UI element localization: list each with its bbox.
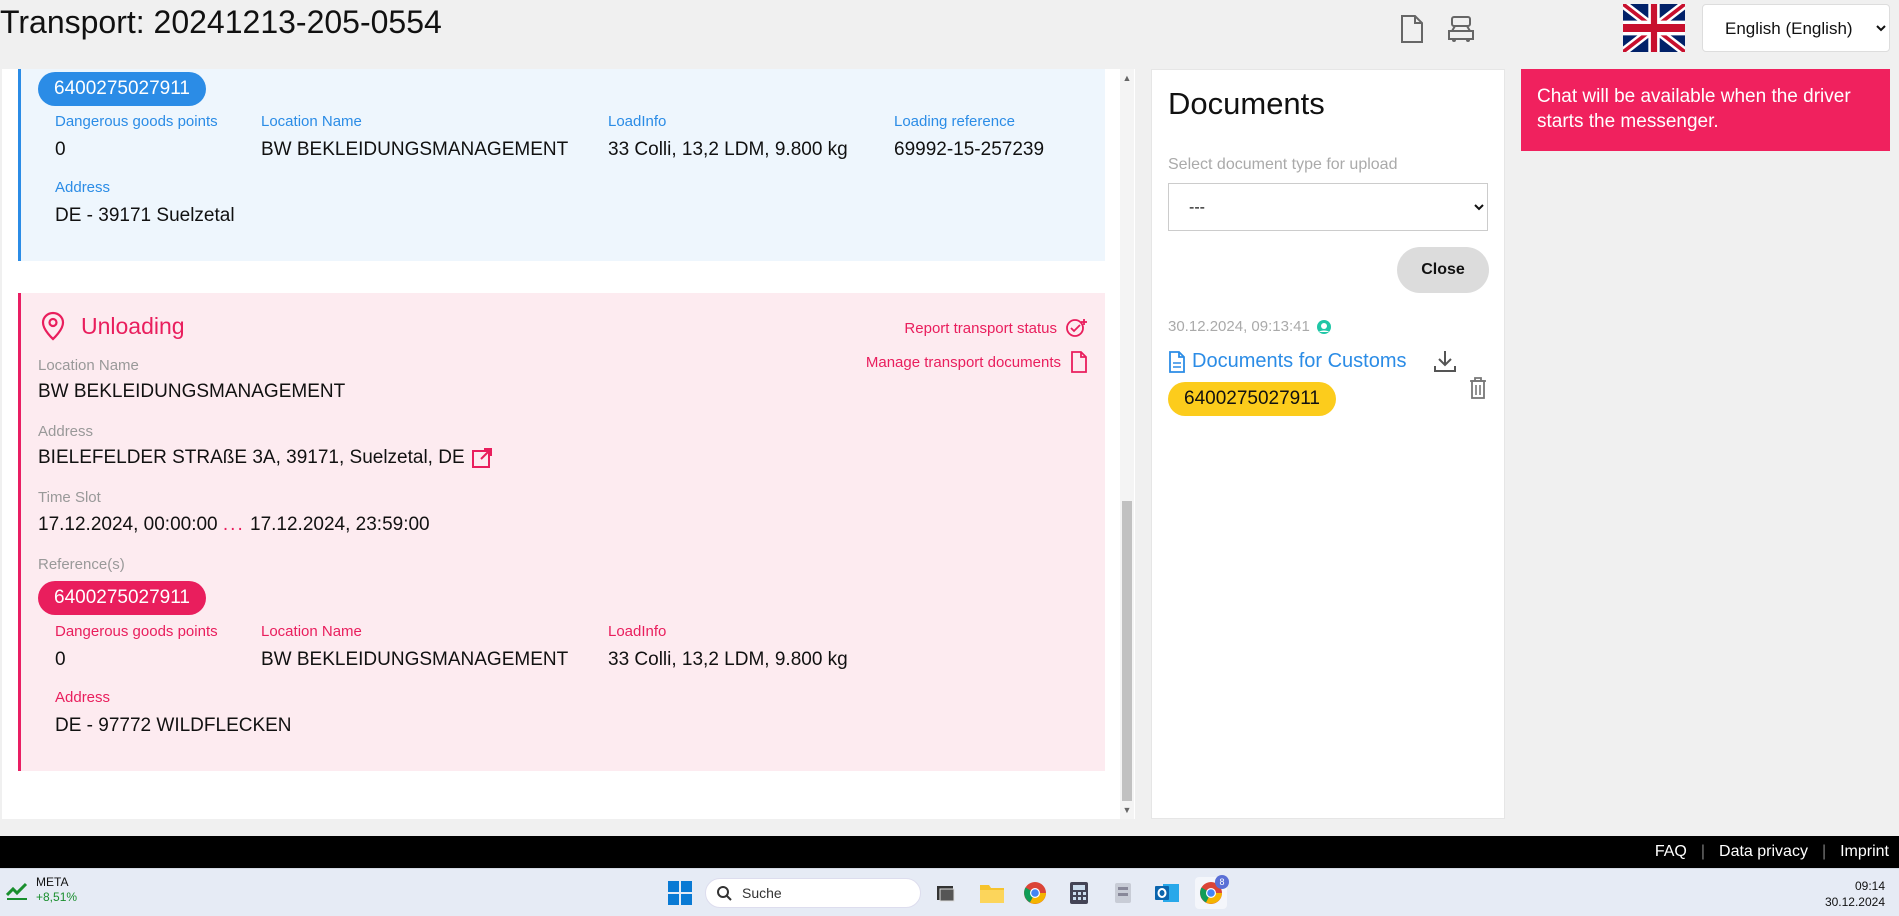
document-icon[interactable]	[1395, 12, 1429, 46]
delete-icon[interactable]	[1467, 376, 1489, 400]
outlook-icon[interactable]	[1151, 877, 1183, 909]
document-icon	[1071, 351, 1087, 373]
loading-stop-card: 6400275027911 Dangerous goods points 0 L…	[18, 69, 1105, 261]
data-privacy-link[interactable]: Data privacy	[1719, 843, 1808, 861]
footer-separator: |	[1700, 843, 1706, 860]
time-slot-value: 17.12.2024, 00:00:00 ... 17.12.2024, 23:…	[38, 514, 430, 536]
clock-time: 09:14	[1854, 879, 1885, 893]
documents-title: Documents	[1168, 86, 1325, 121]
address-value: DE - 97772 WILDFLECKEN	[55, 715, 292, 736]
footer-separator: |	[1821, 843, 1827, 860]
download-icon[interactable]	[1432, 348, 1458, 374]
transport-details-panel: 6400275027911 Dangerous goods points 0 L…	[2, 69, 1135, 819]
calculator-icon[interactable]	[1063, 877, 1095, 909]
scroll-up-icon[interactable]: ▲	[1120, 71, 1134, 85]
page-title: Transport: 20241213-205-0554	[0, 4, 442, 40]
time-slot-label: Time Slot	[38, 489, 101, 506]
dangerous-goods-label: Dangerous goods points	[55, 623, 218, 640]
dangerous-goods-value: 0	[55, 139, 66, 160]
vehicles-icon[interactable]	[1444, 12, 1478, 46]
file-explorer-icon[interactable]	[976, 877, 1008, 909]
unloading-stop-card: Unloading Report transport status Manage…	[18, 293, 1105, 771]
reference-badge: 6400275027911	[38, 581, 206, 615]
document-name: Documents for Customs	[1192, 350, 1407, 372]
time-slot-start: 17.12.2024, 00:00:00	[38, 514, 218, 535]
location-name-label: Location Name	[261, 623, 362, 640]
dangerous-goods-label: Dangerous goods points	[55, 113, 218, 130]
windows-start-icon[interactable]	[664, 877, 696, 909]
location-name-value: BW BEKLEIDUNGSMANAGEMENT	[38, 381, 346, 402]
footer-links: FAQ | Data privacy | Imprint	[1655, 843, 1889, 861]
task-view-icon[interactable]	[929, 877, 961, 909]
document-timestamp: 30.12.2024, 09:13:41	[1168, 318, 1310, 335]
stock-name: META	[36, 875, 69, 889]
location-name-label: Location Name	[38, 357, 139, 374]
address-label: Address	[55, 689, 111, 706]
time-slot-separator: ...	[222, 514, 245, 535]
location-name-label: Location Name	[261, 113, 362, 130]
time-slot-end: 17.12.2024, 23:59:00	[250, 514, 430, 535]
search-icon	[717, 886, 732, 901]
header: Transport: 20241213-205-0554 English (En…	[0, 0, 1899, 68]
external-link-icon[interactable]	[471, 447, 493, 469]
driver-avatar-icon	[1316, 319, 1331, 334]
clock-date: 30.12.2024	[1824, 895, 1885, 909]
taskbar-search[interactable]: Suche	[705, 878, 921, 908]
address-row: BIELEFELDER STRAßE 3A, 39171, Suelzetal,…	[38, 447, 493, 469]
loadinfo-value: 33 Colli, 13,2 LDM, 9.800 kg	[608, 139, 848, 160]
manage-transport-documents-link[interactable]: Manage transport documents	[866, 351, 1089, 373]
document-type-select[interactable]: ---	[1168, 183, 1488, 231]
uk-flag-icon	[1623, 4, 1685, 52]
chat-unavailable-notice: Chat will be available when the driver s…	[1521, 69, 1890, 151]
file-icon	[1169, 350, 1185, 373]
stock-widget-text: META +8,51%	[36, 875, 77, 905]
loading-reference-value: 69992-15-257239	[894, 139, 1045, 160]
loadinfo-value: 33 Colli, 13,2 LDM, 9.800 kg	[608, 649, 848, 670]
stock-widget[interactable]: META +8,51%	[6, 875, 77, 905]
document-type-label: Select document type for upload	[1168, 156, 1398, 173]
loading-reference-label: Loading reference	[894, 113, 1015, 130]
location-pin-icon	[41, 311, 65, 341]
manage-transport-documents-label: Manage transport documents	[865, 353, 1061, 371]
language-select[interactable]: English (English)	[1702, 4, 1890, 52]
chrome-active-icon[interactable]: 8	[1195, 875, 1229, 909]
chrome-icon[interactable]	[1019, 877, 1051, 909]
document-link[interactable]: Documents for Customs	[1168, 350, 1407, 373]
unloading-title: Unloading	[81, 313, 185, 339]
references-label: Reference(s)	[38, 556, 125, 573]
main-scrollbar[interactable]: ▲ ▼	[1120, 69, 1134, 819]
location-name-value: BW BEKLEIDUNGSMANAGEMENT	[261, 139, 569, 160]
report-transport-status-link[interactable]: Report transport status	[904, 317, 1089, 339]
address-label: Address	[38, 423, 94, 440]
status-check-icon	[1066, 319, 1087, 337]
document-reference-badge: 6400275027911	[1168, 382, 1336, 416]
address-value: BIELEFELDER STRAßE 3A, 39171, Suelzetal,…	[38, 447, 465, 468]
stock-chart-icon	[6, 882, 28, 900]
system-clock[interactable]: 09:14 30.12.2024	[1825, 878, 1885, 910]
search-placeholder: Suche	[742, 885, 782, 901]
scroll-down-icon[interactable]: ▼	[1120, 803, 1134, 817]
stock-change: +8,51%	[36, 890, 78, 904]
reference-badge: 6400275027911	[38, 72, 206, 106]
location-name-value: BW BEKLEIDUNGSMANAGEMENT	[261, 649, 569, 670]
loadinfo-label: LoadInfo	[608, 113, 667, 130]
faq-link[interactable]: FAQ	[1655, 843, 1687, 861]
close-button[interactable]: Close	[1397, 247, 1489, 293]
document-timestamp-row: 30.12.2024, 09:13:41	[1168, 318, 1332, 335]
app-icon[interactable]	[1107, 877, 1139, 909]
loadinfo-label: LoadInfo	[608, 623, 667, 640]
scroll-thumb[interactable]	[1122, 501, 1132, 801]
notification-badge: 8	[1215, 875, 1229, 889]
imprint-link[interactable]: Imprint	[1840, 843, 1889, 861]
address-value: DE - 39171 Suelzetal	[55, 205, 235, 226]
footer: FAQ | Data privacy | Imprint	[0, 836, 1899, 868]
address-label: Address	[55, 179, 111, 196]
report-transport-status-label: Report transport status	[904, 319, 1057, 337]
documents-panel: Documents Select document type for uploa…	[1151, 69, 1505, 819]
windows-taskbar: META +8,51% Suche 8 09:14 30.12.2024	[0, 868, 1899, 916]
dangerous-goods-value: 0	[55, 649, 66, 670]
